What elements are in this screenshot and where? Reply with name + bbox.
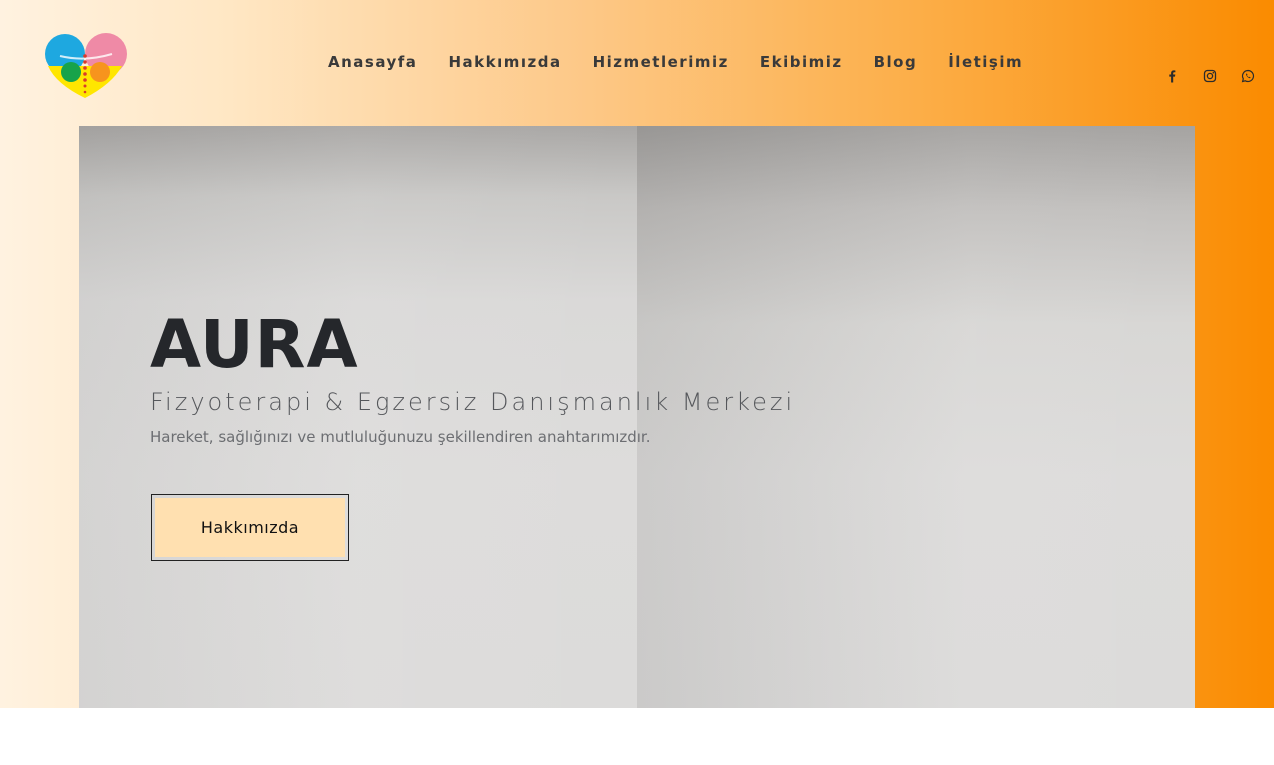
instagram-icon [1203,69,1217,83]
nav-item-iletisim[interactable]: İletişim [948,53,1023,71]
facebook-icon [1169,70,1176,83]
nav-item-blog[interactable]: Blog [874,53,918,71]
facebook-link[interactable] [1162,66,1182,86]
nav-item-hizmetlerimiz[interactable]: Hizmetlerimiz [593,53,729,71]
about-us-button[interactable]: Hakkımızda [151,494,349,561]
hero-title: AURA [150,306,359,383]
aura-logo[interactable] [42,32,132,102]
aura-heart-logo-icon [45,33,127,98]
whatsapp-icon [1241,69,1255,83]
nav-item-hakkimizda[interactable]: Hakkımızda [448,53,561,71]
hero-image-right [637,126,1195,708]
nav-item-ekibimiz[interactable]: Ekibimiz [760,53,843,71]
hero-image-panel [79,126,1195,708]
hero-image-left [79,126,637,708]
nav-item-anasayfa[interactable]: Anasayfa [328,53,417,71]
hero-subtitle: Fizyoterapi & Egzersiz Danışmanlık Merke… [150,388,796,416]
hero-tagline: Hareket, sağlığınızı ve mutluluğunuzu şe… [150,428,651,446]
about-us-button-label: Hakkımızda [155,498,345,557]
main-navigation: Anasayfa Hakkımızda Hizmetlerimiz Ekibim… [328,52,1023,72]
whatsapp-link[interactable] [1238,66,1258,86]
instagram-link[interactable] [1200,66,1220,86]
